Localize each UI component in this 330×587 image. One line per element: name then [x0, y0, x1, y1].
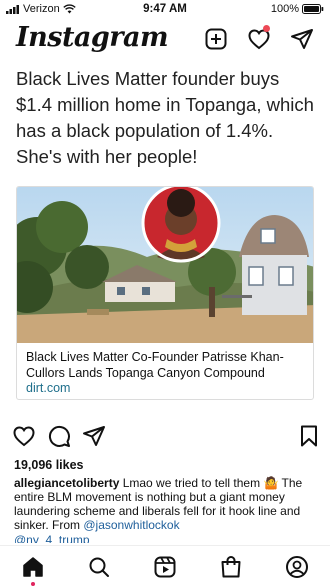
shop-icon[interactable]	[219, 555, 243, 579]
link-card-title[interactable]: Black Lives Matter Co-Founder Patrisse K…	[26, 349, 311, 381]
home-active-dot	[31, 582, 35, 586]
reels-icon[interactable]	[153, 555, 177, 579]
battery-icon	[302, 4, 324, 14]
notification-dot	[263, 25, 270, 32]
caption-mention[interactable]: @jasonwhitlockok	[83, 518, 179, 532]
battery-group: 100%	[271, 3, 324, 15]
caption-next-mention[interactable]: @ny_4_trump	[14, 533, 90, 543]
battery-percent: 100%	[270, 3, 299, 15]
likes-count[interactable]: 19,096 likes	[14, 458, 84, 472]
like-icon[interactable]	[12, 424, 36, 448]
link-card[interactable]: Black Lives Matter Co-Founder Patrisse K…	[16, 186, 314, 400]
post-actions	[0, 424, 330, 450]
post-text: Black Lives Matter founder buys $1.4 mil…	[16, 68, 314, 167]
profile-icon[interactable]	[285, 555, 309, 579]
search-icon[interactable]	[87, 555, 111, 579]
status-bar: Verizon 9:47 AM 100%	[0, 0, 330, 18]
caption: allegiancetoliberty Lmao we tried to tel…	[14, 476, 319, 532]
save-icon[interactable]	[297, 424, 321, 448]
new-post-icon[interactable]	[204, 27, 228, 51]
link-card-domain[interactable]: dirt.com	[26, 381, 70, 395]
home-icon[interactable]	[21, 555, 45, 579]
article-image	[17, 187, 313, 343]
share-icon[interactable]	[82, 424, 106, 448]
comment-icon[interactable]	[47, 424, 71, 448]
bottom-nav	[0, 545, 330, 587]
caption-username[interactable]: allegiancetoliberty	[14, 476, 119, 490]
instagram-logo[interactable]: Instagram	[16, 22, 169, 53]
app-header: Instagram	[0, 20, 330, 60]
direct-message-icon[interactable]	[290, 27, 314, 51]
